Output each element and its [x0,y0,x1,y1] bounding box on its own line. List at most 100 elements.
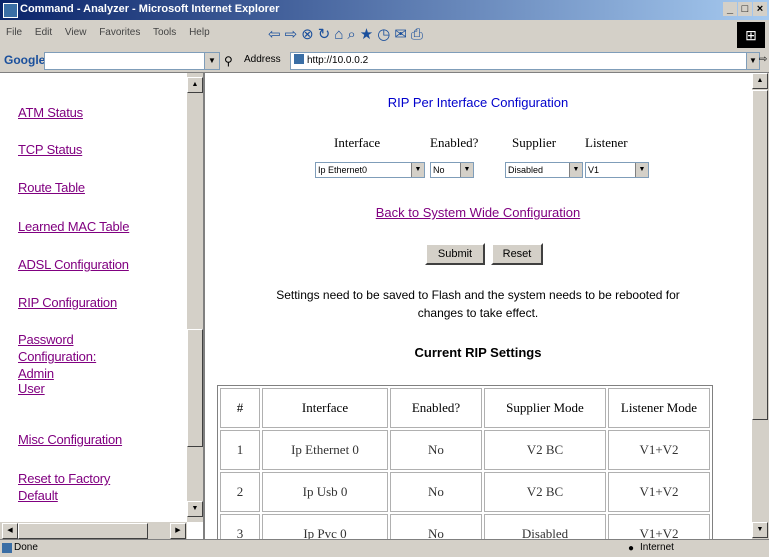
current-settings-heading: Current RIP Settings [414,345,542,360]
reset-button[interactable]: Reset [491,243,543,265]
table-cell: V1+V2 [608,472,710,512]
enabled-select-value: No [433,165,445,175]
windows-logo-icon: ⊞ [737,22,765,48]
supplier-select-value: Disabled [508,165,544,175]
table-row: 3 Ip Pvc 0 No Disabled V1+V2 [220,514,710,539]
column-listener: Listener [585,135,628,150]
nav-admin[interactable]: Admin [18,366,54,381]
scroll-up-icon[interactable]: ▲ [752,73,768,89]
minimize-button[interactable]: _ [723,2,737,16]
page-title: RIP Per Interface Configuration [387,95,569,110]
go-button[interactable]: ⇨ [759,54,767,65]
scroll-up-icon[interactable]: ▲ [187,77,203,93]
interface-select[interactable]: Ip Ethernet0 ▼ [315,162,425,178]
table-cell: 1 [220,430,260,470]
nav-reset-default[interactable]: Default [18,488,58,503]
history-icon[interactable]: ◷ [377,26,394,43]
nav-adsl-configuration[interactable]: ADSL Configuration [18,257,129,272]
table-cell: Ip Pvc 0 [262,514,388,539]
scroll-right-icon[interactable]: ▶ [170,523,186,539]
submit-button[interactable]: Submit [425,243,485,265]
google-search-input[interactable] [44,52,206,70]
nav-rip-configuration[interactable]: RIP Configuration [18,295,117,310]
table-cell: No [390,430,482,470]
back-icon[interactable]: ⇦ [268,26,285,43]
security-zone: Internet [640,542,674,553]
rip-settings-table: # Interface Enabled? Supplier Mode Liste… [217,385,713,539]
search-icon[interactable]: ⌕ [347,26,359,43]
scroll-thumb[interactable] [752,90,768,420]
nav-frame: ATM Status TCP Status Route Table Learne… [0,73,205,539]
maximize-button[interactable]: □ [738,2,752,16]
supplier-select[interactable]: Disabled ▼ [505,162,583,178]
address-input[interactable]: http://10.0.0.2 [290,52,748,70]
menu-file[interactable]: File [6,27,22,38]
chevron-down-icon: ▼ [635,163,648,177]
go-search-icon[interactable]: ⚲ [224,54,233,68]
menu-view[interactable]: View [65,27,87,38]
menu-favorites[interactable]: Favorites [99,27,140,38]
nav-learned-mac-table[interactable]: Learned MAC Table [18,219,129,234]
listener-select[interactable]: V1 ▼ [585,162,649,178]
stop-icon[interactable]: ⊗ [301,26,318,43]
scroll-thumb[interactable] [187,329,203,447]
nav-password[interactable]: Password [18,332,74,347]
nav-horizontal-scrollbar[interactable]: ◀ ▶ [0,522,187,539]
ie-icon [3,3,18,18]
status-text: Done [14,542,38,553]
address-label: Address [244,54,281,65]
table-cell: V2 BC [484,430,606,470]
window-title: Command - Analyzer - Microsoft Internet … [20,3,280,15]
toolbar: ⇦⇨⊗↻⌂⌕★◷✉⎙ [268,25,427,43]
nav-password-configuration[interactable]: Configuration: [18,349,96,364]
table-header: Listener Mode [608,388,710,428]
mail-icon[interactable]: ✉ [394,26,411,43]
save-note-line2: changes to take effect. [417,306,539,320]
column-supplier: Supplier [512,135,557,150]
table-cell: Ip Usb 0 [262,472,388,512]
menu-help[interactable]: Help [189,27,210,38]
page-status-icon [2,543,12,553]
table-cell: No [390,472,482,512]
print-icon[interactable]: ⎙ [411,26,427,43]
enabled-select[interactable]: No ▼ [430,162,474,178]
nav-scrollbar[interactable]: ▲ ▼ [186,73,203,522]
nav-reset-to-factory[interactable]: Reset to Factory [18,471,110,486]
content-frame: RIP Per Interface Configuration Interfac… [205,73,751,539]
nav-tcp-status[interactable]: TCP Status [18,142,82,157]
content-scrollbar[interactable]: ▲ ▼ [751,73,769,539]
table-row: 2 Ip Usb 0 No V2 BC V1+V2 [220,472,710,512]
window-controls: _ □ × [722,2,767,16]
home-icon[interactable]: ⌂ [334,26,347,43]
nav-atm-status[interactable]: ATM Status [18,105,83,120]
listener-select-value: V1 [588,165,600,175]
close-button[interactable]: × [753,2,767,16]
forward-icon[interactable]: ⇨ [285,26,302,43]
favorites-icon[interactable]: ★ [360,26,377,43]
interface-select-value: Ip Ethernet0 [318,165,368,175]
table-cell: 2 [220,472,260,512]
chevron-down-icon: ▼ [569,163,582,177]
chevron-down-icon: ▼ [411,163,424,177]
nav-user[interactable]: User [18,381,45,396]
nav-route-table[interactable]: Route Table [18,180,85,195]
menu-tools[interactable]: Tools [153,27,176,38]
table-cell: Ip Ethernet 0 [262,430,388,470]
scroll-down-icon[interactable]: ▼ [187,501,203,517]
table-row: 1 Ip Ethernet 0 No V2 BC V1+V2 [220,430,710,470]
address-dropdown-icon[interactable]: ▼ [746,52,760,70]
scroll-down-icon[interactable]: ▼ [752,522,768,538]
menu-bar: File Edit View Favorites Tools Help [6,27,220,38]
nav-misc-configuration[interactable]: Misc Configuration [18,432,122,447]
address-row: Google - ▼ ⚲ Address http://10.0.0.2 ▼ ⇨ [0,50,769,73]
back-to-system-link[interactable]: Back to System Wide Configuration [205,205,751,220]
table-header-row: # Interface Enabled? Supplier Mode Liste… [220,388,710,428]
hscroll-thumb[interactable] [18,523,148,539]
scroll-left-icon[interactable]: ◀ [2,523,18,539]
table-cell: Disabled [484,514,606,539]
chevron-down-icon[interactable]: ▼ [204,52,220,70]
table-header: Supplier Mode [484,388,606,428]
table-cell: No [390,514,482,539]
refresh-icon[interactable]: ↻ [318,26,335,43]
menu-edit[interactable]: Edit [35,27,52,38]
